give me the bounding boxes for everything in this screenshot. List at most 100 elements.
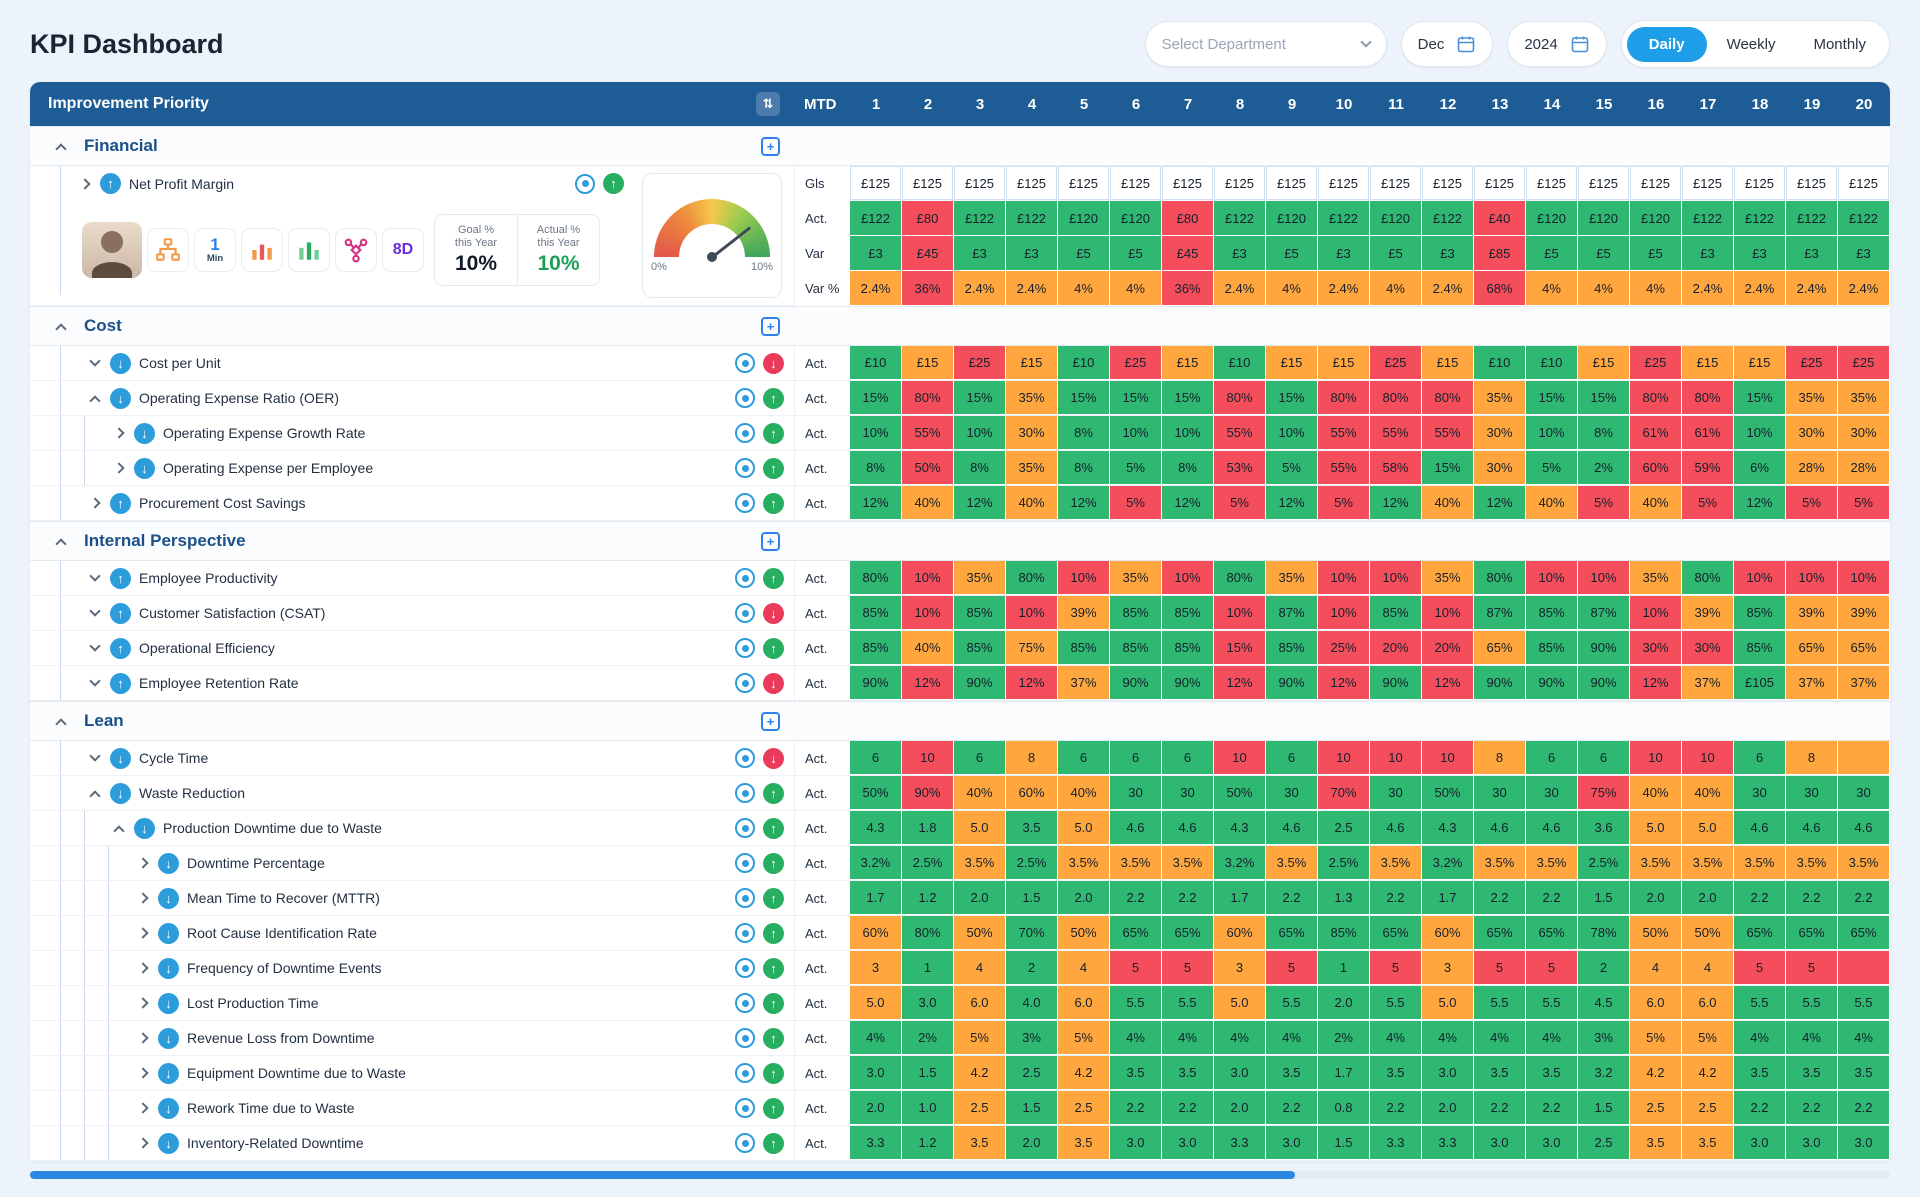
- target-icon[interactable]: [735, 673, 755, 693]
- kpi-chevron-icon[interactable]: [84, 499, 106, 507]
- kpi-chevron-icon[interactable]: [84, 361, 106, 365]
- target-icon[interactable]: [575, 174, 595, 194]
- kpi-chevron-icon[interactable]: [84, 646, 106, 650]
- grid-cell: 35%: [1006, 381, 1058, 415]
- collapse-all-icon[interactable]: ⇅: [756, 92, 780, 116]
- year-picker[interactable]: 2024: [1507, 21, 1606, 67]
- grid-cell: 2.5: [1006, 1056, 1058, 1090]
- kpi-chevron-icon[interactable]: [132, 964, 154, 972]
- target-icon[interactable]: [735, 783, 755, 803]
- target-icon[interactable]: [735, 638, 755, 658]
- kpi-chevron-icon[interactable]: [132, 999, 154, 1007]
- target-icon[interactable]: [735, 1098, 755, 1118]
- section-chevron-icon[interactable]: [50, 535, 72, 548]
- kpi-chevron-icon[interactable]: [84, 392, 106, 405]
- horizontal-scrollbar[interactable]: [30, 1171, 1890, 1179]
- kpi-chevron-icon[interactable]: [84, 756, 106, 760]
- grid-cell: 4%: [1630, 271, 1682, 306]
- grid-cell: 4%: [850, 1021, 902, 1055]
- kpi-chevron-icon[interactable]: [132, 929, 154, 937]
- grid-cell: 50%: [850, 776, 902, 810]
- kpi-row: ↑Customer Satisfaction (CSAT)↓Act.85%10%…: [30, 596, 1890, 631]
- grid-cell: £125: [1214, 166, 1266, 201]
- kpi-chevron-icon[interactable]: [108, 429, 130, 437]
- kpi-name: Operating Expense per Employee: [163, 460, 373, 476]
- bar-chart-icon[interactable]: [241, 228, 283, 272]
- kpi-chevron-icon[interactable]: [132, 1034, 154, 1042]
- one-min-icon[interactable]: 1 Min: [194, 228, 236, 272]
- kpi-chevron-icon[interactable]: [132, 1069, 154, 1077]
- month-picker[interactable]: Dec: [1401, 21, 1494, 67]
- green-chart-icon[interactable]: [288, 228, 330, 272]
- target-icon[interactable]: [735, 958, 755, 978]
- target-icon[interactable]: [735, 423, 755, 443]
- grid-cell: 2.5: [1058, 1091, 1110, 1125]
- kpi-chevron-icon[interactable]: [84, 681, 106, 685]
- kpi-chevron-icon[interactable]: [84, 611, 106, 615]
- section-expand-icon[interactable]: +: [761, 317, 780, 336]
- grid-cell: 3.2: [1578, 1056, 1630, 1090]
- grid-cell: 85%: [1162, 631, 1214, 665]
- kpi-chevron-icon[interactable]: [132, 1104, 154, 1112]
- section-title: Cost: [84, 316, 122, 336]
- kpi-chevron-icon[interactable]: [108, 822, 130, 835]
- kpi-chevron-icon[interactable]: [132, 894, 154, 902]
- section-chevron-icon[interactable]: [50, 140, 72, 153]
- tree-line: [84, 451, 108, 485]
- target-icon[interactable]: [735, 888, 755, 908]
- kpi-row: ↓Operating Expense Ratio (OER)↑Act.15%80…: [30, 381, 1890, 416]
- target-icon[interactable]: [735, 1133, 755, 1153]
- grid-cell: £5: [1526, 236, 1578, 271]
- target-icon[interactable]: [735, 568, 755, 588]
- toggle-daily[interactable]: Daily: [1627, 27, 1707, 62]
- grid-cell: 2.0: [1214, 1091, 1266, 1125]
- target-icon[interactable]: [735, 388, 755, 408]
- flow-icon[interactable]: [335, 228, 377, 272]
- grid-cell: 1.7: [1318, 1056, 1370, 1090]
- grid-cell: 3.5%: [1682, 846, 1734, 880]
- section-chevron-icon[interactable]: [50, 320, 72, 333]
- improvement-priority-header: Improvement Priority ⇅: [30, 82, 794, 126]
- target-icon[interactable]: [735, 923, 755, 943]
- target-icon[interactable]: [735, 993, 755, 1013]
- kpi-chevron-icon[interactable]: [132, 1139, 154, 1147]
- grid-cell: 40%: [902, 631, 954, 665]
- kpi-chevron-icon[interactable]: [74, 180, 96, 188]
- grid-cell: 4.0: [1006, 986, 1058, 1020]
- target-icon[interactable]: [735, 603, 755, 623]
- kpi-chevron-icon[interactable]: [132, 859, 154, 867]
- section-chevron-icon[interactable]: [50, 715, 72, 728]
- target-icon[interactable]: [735, 1028, 755, 1048]
- kpi-name: Operating Expense Growth Rate: [163, 425, 365, 441]
- tree-line: [60, 811, 84, 845]
- target-icon[interactable]: [735, 493, 755, 513]
- kpi-chevron-icon[interactable]: [84, 576, 106, 580]
- grid-cell: 3: [1214, 951, 1266, 985]
- grid-cell: £3: [1318, 236, 1370, 271]
- scrollbar-thumb[interactable]: [30, 1171, 1295, 1179]
- grid-cell: 3.5%: [954, 846, 1006, 880]
- grid-cell: £125: [1318, 166, 1370, 201]
- kpi-chevron-icon[interactable]: [84, 787, 106, 800]
- grid-cell: 3.0: [1526, 1126, 1578, 1160]
- kpi-chevron-icon[interactable]: [108, 464, 130, 472]
- target-icon[interactable]: [735, 853, 755, 873]
- grid-cell: 78%: [1578, 916, 1630, 950]
- toggle-monthly[interactable]: Monthly: [1795, 27, 1884, 62]
- target-icon[interactable]: [735, 748, 755, 768]
- grid-cell: 3.5: [1162, 1056, 1214, 1090]
- target-icon[interactable]: [735, 818, 755, 838]
- eight-d-icon[interactable]: 8D: [382, 228, 424, 272]
- grid-cell: 80%: [902, 916, 954, 950]
- section-expand-icon[interactable]: +: [761, 137, 780, 156]
- org-chart-icon[interactable]: [147, 228, 189, 272]
- target-icon[interactable]: [735, 1063, 755, 1083]
- target-icon[interactable]: [735, 353, 755, 373]
- toggle-weekly[interactable]: Weekly: [1709, 27, 1794, 62]
- section-expand-icon[interactable]: +: [761, 712, 780, 731]
- kpi-direction-icon: ↓: [110, 388, 131, 409]
- target-icon[interactable]: [735, 458, 755, 478]
- department-select[interactable]: Select Department: [1145, 21, 1387, 67]
- section-expand-icon[interactable]: +: [761, 532, 780, 551]
- grid-cell: 80%: [1682, 381, 1734, 415]
